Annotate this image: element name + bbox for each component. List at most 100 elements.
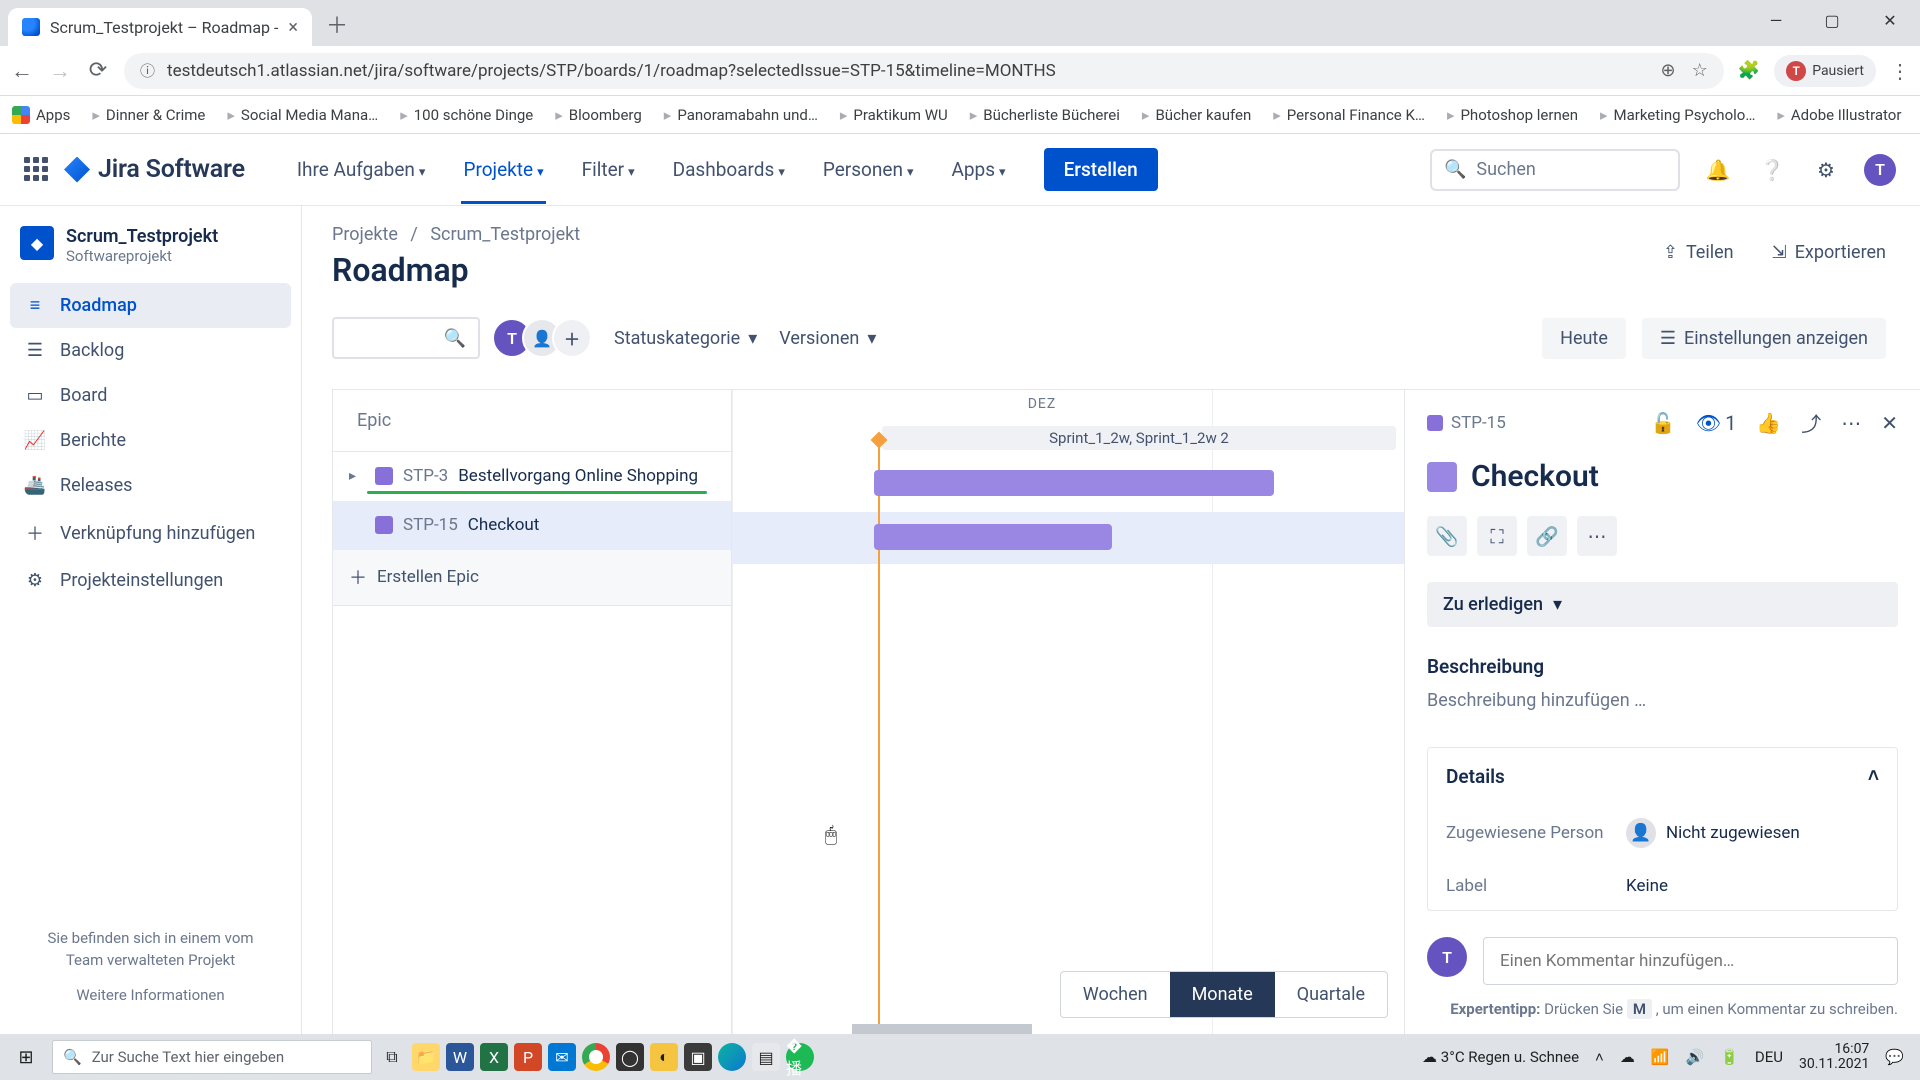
add-child-button[interactable]: ⛶ bbox=[1477, 516, 1517, 556]
close-tab-icon[interactable]: × bbox=[288, 17, 298, 38]
epic-row[interactable]: ▸ STP-3 Bestellvorgang Online Shopping bbox=[333, 452, 731, 501]
bookmark-item[interactable]: ▸Bloomberg bbox=[555, 106, 642, 124]
epic-row[interactable]: STP-15 Checkout bbox=[333, 501, 731, 550]
bookmark-item[interactable]: ▸Bücher kaufen bbox=[1142, 106, 1251, 124]
app-switcher-icon[interactable] bbox=[24, 157, 50, 183]
mail-icon[interactable]: ✉ bbox=[548, 1043, 576, 1071]
taskbar-clock[interactable]: 16:07 30.11.2021 bbox=[1799, 1042, 1869, 1073]
assignee-filter[interactable]: T 👤 ＋ bbox=[502, 318, 592, 358]
roadmap-timeline[interactable]: DEZ Sprint_1_2w, Sprint_1_2w 2 Wochen Mo… bbox=[732, 389, 1404, 1034]
avatar-add[interactable]: ＋ bbox=[552, 318, 592, 358]
bookmark-item[interactable]: ▸Social Media Mana… bbox=[227, 106, 378, 124]
jira-logo[interactable]: Jira Software bbox=[64, 155, 245, 184]
bookmark-item[interactable]: ▸Marketing Psycholo… bbox=[1600, 106, 1755, 124]
bookmark-item[interactable]: ▸Panoramabahn und… bbox=[664, 106, 818, 124]
bookmark-apps[interactable]: Apps bbox=[12, 106, 70, 124]
new-tab-button[interactable]: ＋ bbox=[326, 8, 348, 46]
extensions-icon[interactable]: 🧩 bbox=[1738, 60, 1760, 81]
sidebar-item-roadmap[interactable]: ≡Roadmap bbox=[10, 283, 291, 328]
bookmark-item[interactable]: ▸Photoshop lernen bbox=[1447, 106, 1578, 124]
issue-key[interactable]: STP-15 bbox=[1427, 413, 1506, 433]
status-dropdown[interactable]: Zu erledigen▾ bbox=[1427, 582, 1898, 627]
epic-bar[interactable] bbox=[874, 470, 1274, 496]
issue-title[interactable]: Checkout bbox=[1471, 459, 1599, 494]
watchers-button[interactable]: 👁1 bbox=[1696, 411, 1737, 435]
task-view-icon[interactable]: ⧉ bbox=[378, 1043, 406, 1071]
explorer-icon[interactable]: 📁 bbox=[412, 1043, 440, 1071]
battery-icon[interactable]: 🔋 bbox=[1720, 1048, 1739, 1066]
bookmark-item[interactable]: ▸100 schöne Dinge bbox=[400, 106, 533, 124]
versions-filter[interactable]: Versionen▾ bbox=[779, 328, 876, 349]
comment-input[interactable] bbox=[1483, 937, 1898, 985]
nav-projects[interactable]: Projekte▾ bbox=[449, 136, 557, 203]
show-settings-button[interactable]: ☰Einstellungen anzeigen bbox=[1642, 318, 1886, 359]
wifi-icon[interactable]: 📶 bbox=[1651, 1048, 1670, 1066]
bookmark-item[interactable]: ▸Personal Finance K… bbox=[1273, 106, 1425, 124]
create-epic-button[interactable]: ＋ Erstellen Epic bbox=[333, 550, 731, 605]
share-icon[interactable]: ⤴ bbox=[1801, 408, 1821, 437]
chevron-right-icon[interactable]: ▸ bbox=[349, 468, 365, 484]
zoom-months[interactable]: Monate bbox=[1170, 972, 1275, 1017]
excel-icon[interactable]: X bbox=[480, 1043, 508, 1071]
sidebar-item-reports[interactable]: 📈Berichte bbox=[10, 418, 291, 463]
help-icon[interactable]: ❔ bbox=[1756, 154, 1788, 186]
window-close[interactable]: ✕ bbox=[1860, 0, 1920, 40]
window-minimize[interactable]: ― bbox=[1748, 0, 1804, 40]
details-toggle[interactable]: Details ˄ bbox=[1428, 748, 1897, 804]
nav-your-work[interactable]: Ihre Aufgaben▾ bbox=[283, 136, 440, 203]
today-button[interactable]: Heute bbox=[1542, 318, 1626, 359]
spotify-icon[interactable]: �播 bbox=[786, 1043, 814, 1071]
bookmark-item[interactable]: ▸Adobe Illustrator bbox=[1777, 106, 1901, 124]
like-icon[interactable]: 👍 bbox=[1756, 411, 1781, 435]
word-icon[interactable]: W bbox=[446, 1043, 474, 1071]
sprint-label[interactable]: Sprint_1_2w, Sprint_1_2w 2 bbox=[882, 426, 1396, 450]
bookmark-item[interactable]: ▸Bücherliste Bücherei bbox=[970, 106, 1120, 124]
sidebar-footer-link[interactable]: Weitere Informationen bbox=[28, 984, 273, 1007]
nav-apps[interactable]: Apps▾ bbox=[937, 136, 1019, 203]
share-button[interactable]: ⇪Teilen bbox=[1663, 242, 1734, 263]
crumb-projects[interactable]: Projekte bbox=[332, 224, 398, 245]
weather-widget[interactable]: ☁ 3°C Regen u. Schnee bbox=[1422, 1048, 1579, 1066]
more-actions-button[interactable]: ⋯ bbox=[1577, 516, 1617, 556]
volume-icon[interactable]: 🔊 bbox=[1686, 1048, 1705, 1066]
epic-color-swatch[interactable] bbox=[1427, 462, 1457, 492]
user-avatar[interactable]: T bbox=[1864, 154, 1896, 186]
zoom-weeks[interactable]: Wochen bbox=[1061, 972, 1170, 1017]
attach-button[interactable]: 📎 bbox=[1427, 516, 1467, 556]
crumb-project[interactable]: Scrum_Testprojekt bbox=[430, 224, 580, 245]
global-search[interactable]: 🔍 Suchen bbox=[1430, 149, 1680, 191]
nav-people[interactable]: Personen▾ bbox=[809, 136, 928, 203]
sidebar-item-board[interactable]: ▭Board bbox=[10, 373, 291, 418]
roadmap-search[interactable]: 🔍 bbox=[332, 317, 480, 359]
language-indicator[interactable]: DEU bbox=[1755, 1048, 1783, 1066]
nav-dashboards[interactable]: Dashboards▾ bbox=[659, 136, 799, 203]
close-panel-icon[interactable]: ✕ bbox=[1881, 411, 1898, 435]
lock-icon[interactable]: 🔓 bbox=[1651, 411, 1676, 435]
nav-filters[interactable]: Filter▾ bbox=[568, 136, 649, 203]
zoom-icon[interactable]: ⊕ bbox=[1661, 60, 1676, 81]
create-button[interactable]: Erstellen bbox=[1044, 148, 1158, 191]
app-icon[interactable]: ◐ bbox=[650, 1043, 678, 1071]
zoom-quarters[interactable]: Quartale bbox=[1275, 972, 1387, 1017]
bookmark-item[interactable]: ▸Dinner & Crime bbox=[92, 106, 205, 124]
sidebar-item-add-link[interactable]: ＋Verknüpfung hinzufügen bbox=[10, 508, 291, 558]
edge-icon[interactable] bbox=[718, 1043, 746, 1071]
bookmark-item[interactable]: ▸Praktikum WU bbox=[840, 106, 948, 124]
browser-back[interactable]: ← bbox=[10, 58, 34, 84]
status-category-filter[interactable]: Statuskategorie▾ bbox=[614, 328, 757, 349]
app-icon[interactable]: ▣ bbox=[684, 1043, 712, 1071]
onedrive-icon[interactable]: ☁ bbox=[1620, 1048, 1635, 1066]
export-button[interactable]: ⇲Exportieren bbox=[1772, 242, 1886, 263]
label-field[interactable]: Label Keine bbox=[1428, 862, 1897, 910]
taskbar-search[interactable]: 🔍 Zur Suche Text hier eingeben bbox=[52, 1040, 372, 1074]
link-button[interactable]: 🔗 bbox=[1527, 516, 1567, 556]
start-button[interactable]: ⊞ bbox=[6, 1047, 46, 1068]
app-icon[interactable]: ◯ bbox=[616, 1043, 644, 1071]
horizontal-scrollbar[interactable] bbox=[852, 1024, 1032, 1034]
browser-menu-icon[interactable]: ⋮ bbox=[1890, 59, 1910, 83]
browser-reload[interactable]: ⟳ bbox=[86, 58, 110, 83]
notifications-icon[interactable]: 🔔 bbox=[1702, 154, 1734, 186]
powerpoint-icon[interactable]: P bbox=[514, 1043, 542, 1071]
sidebar-item-project-settings[interactable]: ⚙Projekteinstellungen bbox=[10, 558, 291, 603]
browser-tab[interactable]: Scrum_Testprojekt – Roadmap - × bbox=[8, 8, 312, 46]
